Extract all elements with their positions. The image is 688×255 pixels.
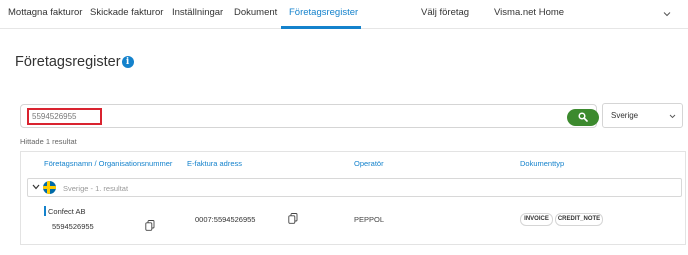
chevron-down-icon[interactable] [32, 184, 40, 190]
nav-item-skickade-fakturor[interactable]: Skickade fakturor [90, 7, 163, 18]
search-input[interactable]: 5594526955 [27, 108, 102, 125]
column-header-dokumenttyp[interactable]: Dokumenttyp [520, 159, 564, 168]
page-title-text: Företagsregister [15, 54, 121, 70]
search-icon [578, 112, 588, 122]
result-group-header[interactable]: Sverige - 1. resultat [27, 178, 682, 197]
chevron-down-icon[interactable] [662, 9, 672, 19]
column-header-foretagsnamn[interactable]: Företagsnamn / Organisationsnummer [44, 159, 172, 168]
doc-type-badge-credit-note: CREDIT_NOTE [555, 213, 603, 226]
copy-icon[interactable] [288, 213, 298, 224]
info-icon[interactable]: i [121, 56, 134, 68]
nav-item-dokument[interactable]: Dokument [234, 7, 277, 18]
chevron-down-icon [669, 114, 676, 119]
result-count: Hittade 1 resultat [20, 137, 77, 146]
nav-item-installningar[interactable]: Inställningar [172, 7, 223, 18]
search-button[interactable] [567, 109, 599, 126]
column-header-operator[interactable]: Operatör [354, 159, 384, 168]
page-title: Företagsregister i [15, 54, 134, 70]
nav-item-foretagsregister[interactable]: Företagsregister [289, 7, 358, 18]
country-select[interactable]: Sverige [602, 103, 683, 128]
doc-type-badge-invoice: INVOICE [520, 213, 553, 226]
operator: PEPPOL [354, 215, 385, 224]
active-tab-indicator [281, 26, 361, 29]
efaktura-address: 0007:5594526955 [195, 215, 256, 224]
org-number: 5594526955 [52, 222, 94, 231]
nav-item-mottagna-fakturor[interactable]: Mottagna fakturor [8, 7, 82, 18]
group-label: Sverige - 1. resultat [63, 184, 129, 193]
top-navigation: Mottagna fakturor Skickade fakturor Inst… [0, 0, 688, 29]
company-marker [44, 206, 46, 216]
company-name: Confect AB [48, 207, 86, 216]
nav-item-valj-foretag[interactable]: Välj företag [421, 7, 469, 18]
country-select-value: Sverige [611, 111, 639, 120]
column-header-efaktura-adress[interactable]: E-faktura adress [187, 159, 242, 168]
copy-icon[interactable] [145, 220, 155, 231]
sweden-flag-icon [43, 181, 56, 194]
search-bar[interactable]: 5594526955 [20, 104, 597, 128]
nav-item-visma-net-home[interactable]: Visma.net Home [494, 7, 564, 18]
